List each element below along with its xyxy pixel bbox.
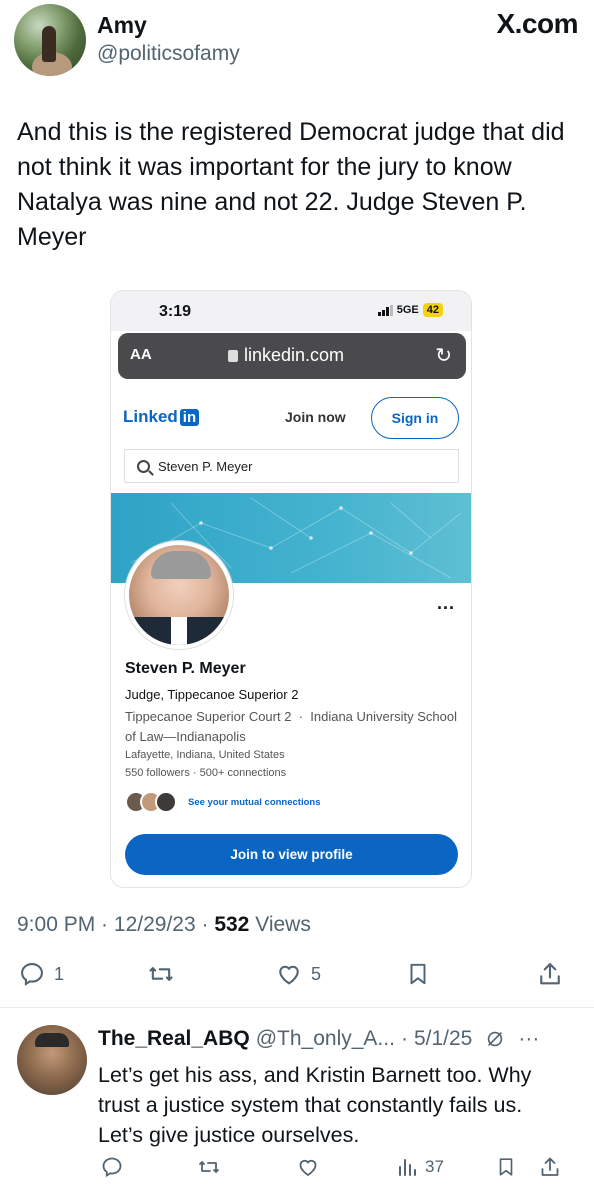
photo-hair-shape — [151, 551, 211, 579]
mutual-faces — [125, 791, 177, 813]
profile-name: Steven P. Meyer — [125, 660, 246, 677]
author-avatar[interactable] — [14, 4, 86, 76]
heart-icon — [279, 965, 299, 985]
mutual-connections: See your mutual connections — [125, 791, 321, 813]
tweet-action-bar: 1 5 — [0, 960, 594, 1000]
profile-work: Tippecanoe Superior Court 2 — [125, 709, 292, 724]
analytics-icon — [399, 1159, 416, 1176]
linkedin-search-field: Steven P. Meyer — [124, 449, 459, 483]
reload-icon: ↻ — [435, 345, 452, 367]
status-time: 3:19 — [159, 303, 192, 320]
mutual-face-avatar — [155, 791, 177, 813]
url-text: linkedin.com — [244, 345, 345, 365]
avatar-cap-shape — [35, 1033, 69, 1047]
bookmark-icon — [410, 963, 426, 985]
network-label: 5GE — [396, 304, 419, 316]
linkedin-nav: Linked in Join now Sign in — [111, 391, 471, 451]
reply-retweet-button[interactable] — [196, 1155, 222, 1179]
join-to-view-button: Join to view profile — [125, 834, 458, 875]
linkedin-logo-text: Linked — [123, 407, 178, 426]
reply-count: 1 — [54, 963, 65, 984]
reply-reply-button[interactable] — [100, 1155, 124, 1179]
reply-date[interactable]: 5/1/25 — [414, 1027, 472, 1051]
bookmark-button[interactable] — [405, 960, 431, 988]
search-value: Steven P. Meyer — [158, 458, 253, 474]
photo-shirt-shape — [171, 617, 187, 645]
battery-icon: 42 — [422, 303, 443, 317]
status-indicators: 5GE 42 — [377, 303, 443, 317]
lock-icon — [228, 349, 238, 362]
reply-author-name[interactable]: The_Real_ABQ — [98, 1027, 250, 1051]
profile-connections: 550 followers · 500+ connections — [125, 767, 286, 779]
share-button[interactable] — [536, 960, 564, 988]
profile-location: Lafayette, Indiana, United States — [125, 749, 285, 761]
like-count: 5 — [311, 963, 322, 984]
tweet-time[interactable]: 9:00 PM — [17, 913, 95, 936]
reply-views-count: 37 — [425, 1157, 444, 1176]
reply-bookmark-button[interactable] — [495, 1155, 517, 1179]
reply-like-button[interactable] — [296, 1155, 320, 1179]
reply-text: Let’s get his ass, and Kristin Barnett t… — [98, 1063, 532, 1147]
heart-icon — [299, 1159, 317, 1177]
reply-more-icon[interactable]: ··· — [518, 1027, 539, 1051]
section-divider — [0, 1007, 594, 1008]
reply-tweet[interactable]: The_Real_ABQ @Th_only_A... · 5/1/25 ··· … — [0, 1015, 594, 1200]
mutual-connections-link: See your mutual connections — [188, 796, 321, 808]
profile-photo — [125, 541, 233, 649]
linkedin-logo: Linked in — [123, 407, 200, 427]
url-display: linkedin.com — [228, 345, 344, 366]
reply-icon — [102, 1157, 122, 1178]
reply-share-button[interactable] — [538, 1155, 562, 1179]
retweet-icon — [149, 967, 173, 981]
tweet-date[interactable]: 12/29/23 — [114, 913, 196, 936]
avatar-figure-shape — [42, 26, 56, 62]
tweet-meta: 9:00 PM · 12/29/23 · 532 Views — [17, 913, 311, 936]
profile-work-education: Tippecanoe Superior Court 2 · Indiana Un… — [125, 707, 460, 747]
author-handle[interactable]: @politicsofamy — [97, 42, 240, 66]
profile-followers: 550 followers — [125, 767, 190, 779]
connections-separator: · — [192, 767, 197, 779]
grok-icon[interactable] — [484, 1028, 506, 1050]
profile-separator: · — [298, 709, 304, 724]
embedded-screenshot[interactable]: 3:19 5GE 42 AA linkedin.com ↻ Linked in J… — [110, 290, 472, 888]
signal-icon — [377, 304, 393, 316]
profile-headline: Judge, Tippecanoe Superior 2 — [125, 687, 299, 702]
reply-header: The_Real_ABQ @Th_only_A... · 5/1/25 ··· — [98, 1027, 539, 1051]
sign-in-button: Sign in — [371, 397, 459, 439]
retweet-button[interactable] — [146, 960, 176, 988]
browser-url-bar: AA linkedin.com ↻ — [118, 333, 466, 379]
views-count: 532 — [214, 913, 250, 936]
phone-status-bar: 3:19 5GE 42 — [111, 291, 471, 331]
author-name[interactable]: Amy — [97, 12, 147, 39]
reply-avatar[interactable] — [17, 1025, 87, 1095]
bookmark-icon — [499, 1158, 513, 1176]
reader-aa-label: AA — [130, 346, 152, 363]
tweet-header: Amy @politicsofamy X.com — [0, 0, 594, 90]
share-icon — [540, 963, 560, 985]
reply-action-bar: 37 — [0, 1155, 594, 1187]
reply-author-handle[interactable]: @Th_only_A... — [256, 1027, 395, 1051]
profile-connection-count: 500+ connections — [199, 767, 287, 779]
reply-button[interactable]: 1 — [18, 960, 64, 988]
reply-icon — [21, 963, 43, 986]
reply-date-separator: · — [400, 1027, 408, 1050]
brand-watermark: X.com — [496, 8, 578, 39]
retweet-icon — [199, 1161, 219, 1173]
reply-views-button[interactable]: 37 — [395, 1155, 444, 1179]
linkedin-in-badge: in — [179, 408, 200, 426]
views-label: Views — [255, 913, 311, 936]
search-icon — [137, 459, 150, 473]
like-button[interactable]: 5 — [275, 960, 321, 988]
more-options-icon: ... — [436, 593, 455, 613]
join-now-link: Join now — [285, 409, 346, 425]
tweet-text: And this is the registered Democrat judg… — [17, 118, 565, 251]
share-icon — [541, 1157, 559, 1176]
